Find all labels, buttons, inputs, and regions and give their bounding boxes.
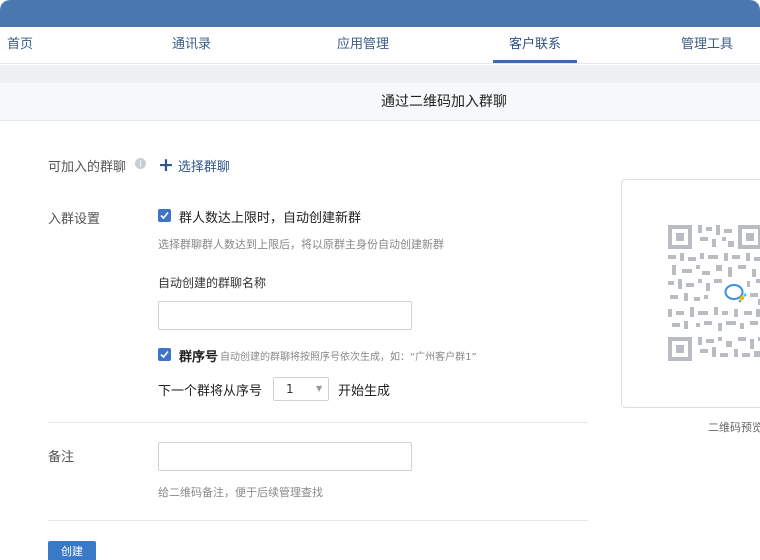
- auto-create-checkbox[interactable]: [158, 209, 171, 222]
- subnav-band: [0, 65, 760, 83]
- remark-input[interactable]: [158, 442, 412, 471]
- qr-preview-caption: 二维码预览: [708, 421, 760, 434]
- auto-name-input[interactable]: [158, 301, 412, 330]
- check-icon: [160, 350, 169, 359]
- remark-hint: 给二维码备注，便于后续管理查找: [158, 486, 323, 499]
- next-serial-suffix: 开始生成: [338, 384, 391, 399]
- nav-item-home[interactable]: 首页: [7, 27, 33, 64]
- auto-name-label: 自动创建的群聊名称: [158, 276, 267, 290]
- serial-hint: 自动创建的群聊将按照序号依次生成，如：“广州客户群1”: [220, 352, 477, 363]
- dropdown-caret-icon: ▼: [316, 384, 323, 393]
- create-button[interactable]: 创建: [48, 541, 96, 560]
- serial-label: 群序号: [179, 350, 219, 365]
- nav-item-tools[interactable]: 管理工具: [681, 27, 733, 64]
- select-group-button[interactable]: + 选择群聊: [158, 154, 230, 176]
- divider: [48, 520, 588, 521]
- settings-label: 入群设置: [48, 212, 101, 227]
- info-icon[interactable]: i: [135, 158, 146, 169]
- next-serial-prefix: 下一个群将从序号: [158, 384, 263, 399]
- auto-create-label: 群人数达上限时，自动创建新群: [179, 211, 362, 226]
- group-label: 可加入的群聊: [48, 160, 127, 175]
- serial-select-value: 1: [286, 382, 294, 396]
- qr-preview-card: [621, 179, 760, 408]
- nav-item-contacts[interactable]: 通讯录: [172, 27, 211, 64]
- top-bar: [0, 0, 760, 27]
- serial-select[interactable]: 1 ▼: [273, 377, 329, 401]
- main-nav: 首页 通讯录 应用管理 客户联系 管理工具: [0, 27, 760, 64]
- page-title: 通过二维码加入群聊: [381, 94, 507, 110]
- auto-create-hint: 选择群聊群人数达到上限后，将以原群主身份自动创建新群: [158, 238, 444, 251]
- divider: [48, 422, 588, 423]
- remark-label: 备注: [48, 450, 75, 465]
- check-icon: [160, 211, 169, 220]
- serial-checkbox[interactable]: [158, 348, 171, 361]
- page-header: 通过二维码加入群聊: [0, 83, 760, 121]
- select-group-label: 选择群聊: [177, 159, 230, 175]
- qr-code-image: [668, 225, 760, 361]
- active-tab-indicator: [493, 60, 577, 63]
- nav-item-apps[interactable]: 应用管理: [337, 27, 389, 64]
- plus-icon: +: [158, 154, 174, 176]
- nav-item-customer-contact[interactable]: 客户联系: [509, 27, 561, 64]
